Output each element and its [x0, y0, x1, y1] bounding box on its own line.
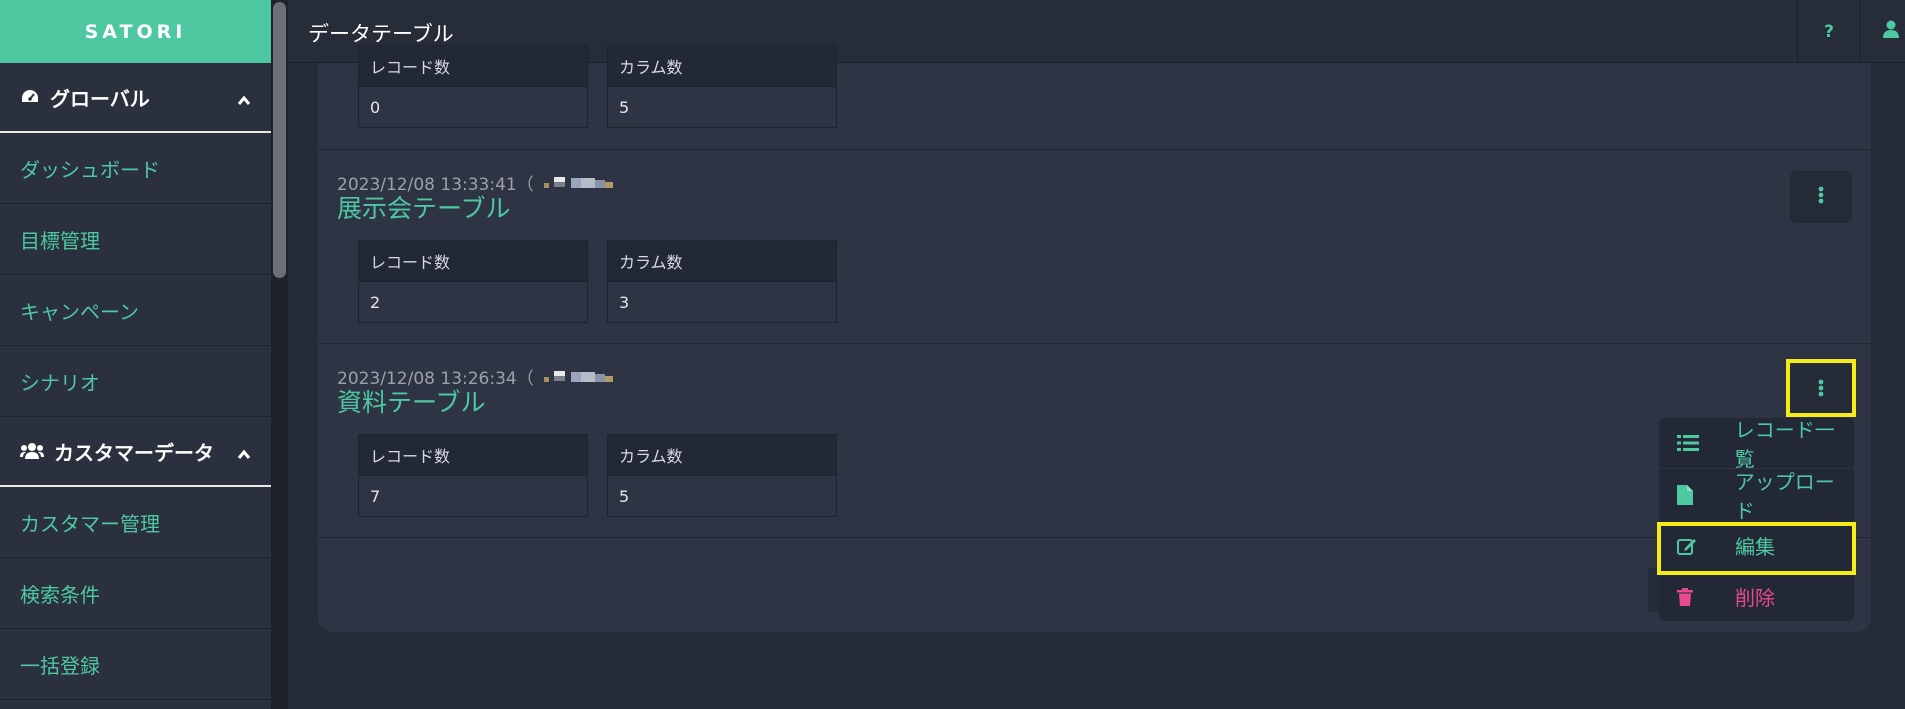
- column-count-label: カラム数: [608, 435, 836, 476]
- dashboard-gauge-icon: [20, 88, 40, 106]
- kebab-menu-icon: [1818, 186, 1824, 208]
- table-name-link[interactable]: 展示会テーブル: [337, 189, 511, 225]
- column-count-label: カラム数: [608, 46, 836, 87]
- column-count-value: 5: [619, 487, 630, 506]
- sidebar-item-search-conditions[interactable]: 検索条件: [0, 558, 271, 629]
- menu-item-label: アップロード: [1734, 469, 1835, 523]
- row-divider: [318, 149, 1871, 150]
- chevron-up-icon[interactable]: [237, 443, 251, 467]
- user-menu-button[interactable]: [1859, 0, 1905, 63]
- table-actions-dropdown: レコード一覧 アップロード 編集 削除: [1659, 418, 1854, 621]
- trash-icon: [1677, 587, 1707, 606]
- users-icon: [20, 442, 44, 460]
- menu-item-delete[interactable]: 削除: [1659, 571, 1854, 622]
- file-icon: [1677, 484, 1707, 505]
- menu-item-label: レコード一覧: [1734, 418, 1835, 471]
- column-count-label: カラム数: [608, 241, 836, 282]
- record-count-label: レコード数: [359, 46, 587, 87]
- column-count-value: 5: [619, 98, 630, 117]
- page-title: データテーブル: [308, 22, 454, 46]
- menu-item-label: 削除: [1735, 586, 1775, 610]
- record-count-box: レコード数 2: [358, 240, 588, 323]
- row-divider: [318, 537, 1871, 538]
- sidebar-item-scenarios[interactable]: シナリオ: [0, 346, 271, 417]
- column-count-value: 3: [619, 293, 630, 312]
- record-count-value: 0: [370, 98, 381, 117]
- sidebar-scrollbar-thumb[interactable]: [273, 2, 286, 278]
- sidebar-section-label: カスタマーデータ: [54, 440, 214, 465]
- menu-item-record-list[interactable]: レコード一覧: [1659, 418, 1854, 471]
- record-count-value: 7: [370, 487, 381, 506]
- row-divider: [318, 343, 1871, 344]
- sidebar-item-customers[interactable]: カスタマー管理: [0, 487, 271, 558]
- table-name-link[interactable]: 資料テーブル: [337, 383, 486, 419]
- chevron-up-icon[interactable]: [237, 89, 251, 113]
- sidebar-item-dashboard[interactable]: ダッシュボード: [0, 133, 271, 204]
- record-count-value: 2: [370, 293, 381, 312]
- sidebar-section-global[interactable]: グローバル: [0, 63, 271, 133]
- sidebar: SATORI グローバル ダッシュボード 目標管理 キャンペーン シナリオ カス…: [0, 0, 271, 709]
- redacted-user-name: [542, 175, 620, 195]
- sidebar-item-campaigns[interactable]: キャンペーン: [0, 275, 271, 346]
- help-button[interactable]: ?: [1797, 0, 1860, 63]
- sidebar-item-bulk-register[interactable]: 一括登録: [0, 629, 271, 700]
- user-icon: [1883, 20, 1899, 43]
- record-count-label: レコード数: [359, 241, 587, 282]
- record-count-label: レコード数: [359, 435, 587, 476]
- highlight-actions-button: [1786, 359, 1856, 417]
- satori-logo[interactable]: SATORI: [0, 0, 271, 63]
- column-count-box: カラム数 5: [607, 45, 837, 128]
- help-icon: ?: [1824, 21, 1834, 42]
- list-icon: [1677, 434, 1707, 452]
- record-count-box: レコード数 7: [358, 434, 588, 517]
- sidebar-item-goals[interactable]: 目標管理: [0, 204, 271, 275]
- redacted-user-name: [542, 369, 620, 389]
- sidebar-section-label: グローバル: [50, 86, 150, 111]
- column-count-box: カラム数 3: [607, 240, 837, 323]
- highlight-edit-item: [1657, 522, 1856, 575]
- menu-item-upload[interactable]: アップロード: [1659, 469, 1854, 523]
- sidebar-section-customer-data[interactable]: カスタマーデータ: [0, 417, 271, 487]
- table-actions-button[interactable]: [1790, 171, 1852, 223]
- record-count-box: レコード数 0: [358, 45, 588, 128]
- column-count-box: カラム数 5: [607, 434, 837, 517]
